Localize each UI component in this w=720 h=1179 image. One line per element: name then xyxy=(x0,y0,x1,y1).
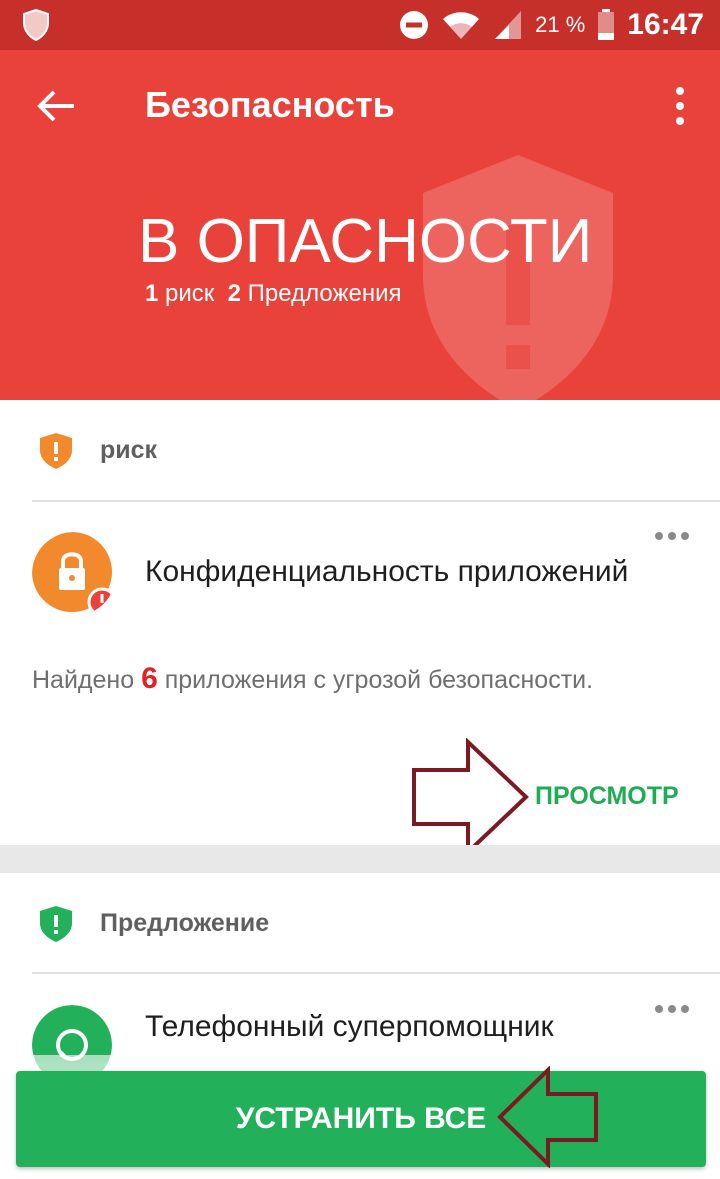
battery-percent: 21 % xyxy=(535,12,586,37)
app-privacy-description: Найдено 6 приложения с угрозой безопасно… xyxy=(32,662,593,696)
more-horiz-icon[interactable] xyxy=(654,530,690,542)
suggestion-count: 2 xyxy=(227,280,241,307)
risk-shield-icon xyxy=(40,433,72,469)
security-summary: 1 риск 2 Предложения xyxy=(145,280,402,308)
risk-count-label: риск xyxy=(165,280,215,307)
risk-section-label: риск xyxy=(100,436,158,464)
clock: 16:47 xyxy=(627,8,704,41)
desc-prefix: Найдено xyxy=(32,666,142,694)
suggestion-section-label: Предложение xyxy=(100,909,270,937)
suggestion-section-header: Предложение xyxy=(0,873,720,973)
threat-app-count: 6 xyxy=(141,662,158,695)
wifi-icon xyxy=(443,12,480,39)
app-privacy-title: Конфиденциальность приложений xyxy=(145,555,629,588)
divider xyxy=(32,500,720,502)
page-title: Безопасность xyxy=(145,84,395,125)
pointer-arrow-icon xyxy=(497,1066,598,1168)
desc-suffix: приложения с угрозой безопасности. xyxy=(157,666,594,694)
risk-section-header: риск xyxy=(0,400,720,500)
app-lock-icon xyxy=(32,532,116,616)
view-button[interactable]: ПРОСМОТР xyxy=(535,782,679,811)
back-arrow-icon[interactable] xyxy=(36,86,76,126)
do-not-disturb-icon xyxy=(400,11,429,39)
header: Безопасность В ОПАСНОСТИ 1 риск 2 Предло… xyxy=(0,50,720,400)
suggestion-count-label: Предложения xyxy=(247,280,402,307)
more-horiz-icon[interactable] xyxy=(654,1003,690,1015)
status-bar: 21 % 16:47 xyxy=(0,0,720,50)
phone-assistant-title: Телефонный суперпомощник xyxy=(145,1010,554,1043)
risk-count: 1 xyxy=(145,280,159,307)
battery-icon xyxy=(598,9,615,40)
shield-icon xyxy=(23,9,49,41)
signal-icon xyxy=(495,11,522,39)
section-separator xyxy=(0,845,720,873)
more-vert-icon[interactable] xyxy=(670,86,690,126)
pointer-arrow-icon xyxy=(412,738,529,856)
fix-all-button[interactable]: УСТРАНИТЬ ВСЕ xyxy=(16,1071,706,1167)
divider xyxy=(32,972,720,974)
security-status: В ОПАСНОСТИ xyxy=(138,207,593,276)
shield-warning-icon xyxy=(423,155,613,400)
suggestion-shield-icon xyxy=(40,906,72,942)
